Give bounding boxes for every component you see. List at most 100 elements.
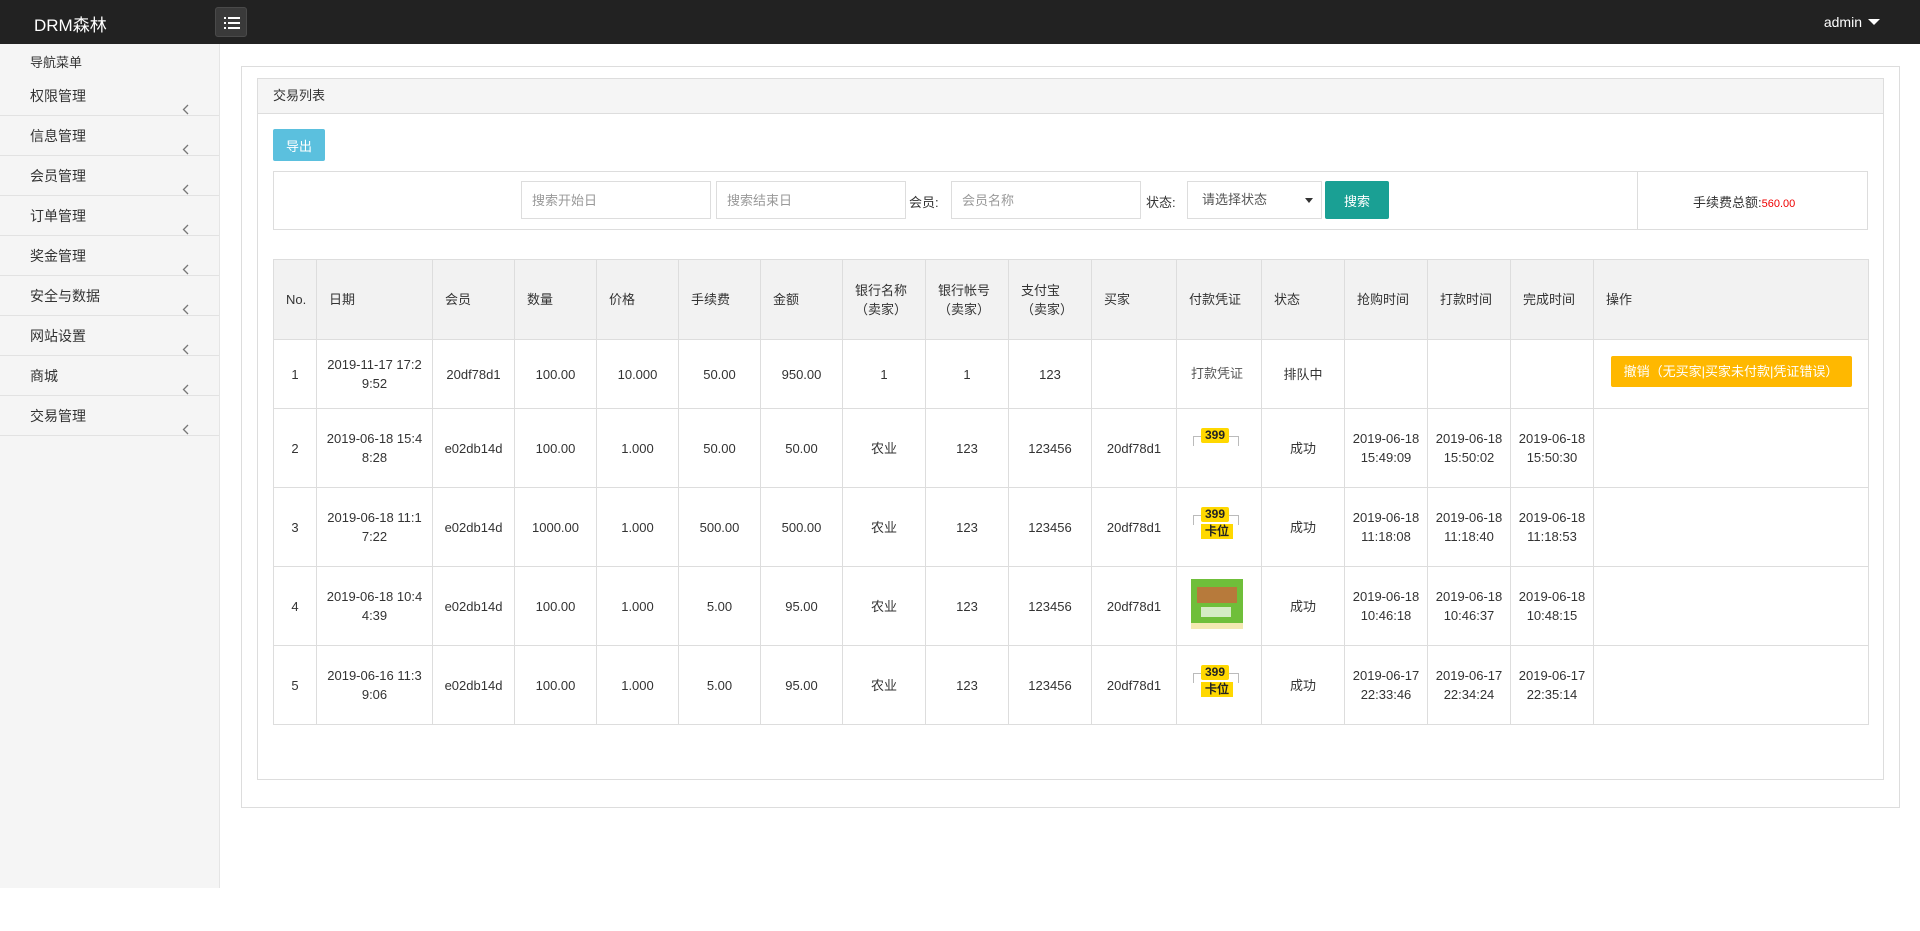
sidebar-item-label: 安全与数据 xyxy=(30,288,100,304)
caret-down-icon xyxy=(1305,198,1313,203)
trade-table-wrap: No. 日期 会员 数量 价格 手续费 金额 银行名称（卖家） 银行帐号（卖家） 支付宝（卖家）买… xyxy=(273,259,1869,725)
cell-status: 成功 xyxy=(1261,566,1345,646)
column-header: 完成时间 xyxy=(1510,259,1594,340)
table-body: 1 2019-11-17 17:29:52 20df78d1 100.00 10.000… xyxy=(273,339,1869,725)
column-header: 银行名称（卖家） xyxy=(842,259,926,340)
column-header: 会员 xyxy=(432,259,515,340)
table-header-row: No. 日期 会员 数量 价格 手续费 金额 银行名称（卖家） 银行帐号（卖家） 支付宝（卖家）买… xyxy=(273,259,1869,340)
column-header: 操作 xyxy=(1593,259,1869,340)
sidebar-item-label: 权限管理 xyxy=(30,88,86,104)
voucher-cell: 399 卡位 xyxy=(1176,487,1262,567)
column-header: 金额 xyxy=(760,259,843,340)
sidebar-item[interactable]: 信息管理 xyxy=(0,116,219,156)
brand-title[interactable]: DRM森林 xyxy=(34,11,107,36)
status-select[interactable]: 请选择状态 xyxy=(1187,181,1322,219)
menu-toggle-button[interactable] xyxy=(215,7,247,37)
cell-grab-time xyxy=(1344,339,1428,409)
sidebar-item-label: 会员管理 xyxy=(30,168,86,184)
column-header: 支付宝（卖家） xyxy=(1008,259,1092,340)
action-cell xyxy=(1593,487,1869,567)
cell-done-time: 2019-06-17 22:35:14 xyxy=(1510,645,1594,725)
cell-buyer: 20df78d1 xyxy=(1091,487,1177,567)
voucher-tag-secondary: 卡位 xyxy=(1201,681,1234,697)
action-cell xyxy=(1593,566,1869,646)
cell-no: 4 xyxy=(273,566,317,646)
member-name-input[interactable] xyxy=(951,181,1141,219)
cell-alipay: 123456 xyxy=(1008,566,1092,646)
voucher-tag: 399 xyxy=(1201,427,1230,443)
sidebar-item[interactable]: 订单管理 xyxy=(0,196,219,236)
panel-title: 交易列表 xyxy=(258,79,1883,114)
cell-member: 20df78d1 xyxy=(432,339,515,409)
column-header: 付款凭证 xyxy=(1176,259,1262,340)
cell-fee: 500.00 xyxy=(678,487,761,567)
fee-total-value: 560.00 xyxy=(1761,198,1796,210)
cell-fee: 5.00 xyxy=(678,566,761,646)
cell-fee: 50.00 xyxy=(678,339,761,409)
voucher-tag: 399 xyxy=(1201,664,1230,680)
voucher-image-alt[interactable]: 打款凭证 xyxy=(1191,365,1255,383)
sidebar-item-label: 交易管理 xyxy=(30,408,86,424)
trade-table: No. 日期 会员 数量 价格 手续费 金额 银行名称（卖家） 银行帐号（卖家） 支付宝（卖家）买… xyxy=(273,259,1869,725)
column-header: 银行帐号（卖家） xyxy=(925,259,1009,340)
column-header: 手续费 xyxy=(678,259,761,340)
voucher-tag: 399 xyxy=(1201,506,1230,522)
cell-account: 1 xyxy=(925,339,1009,409)
cell-bank: 1 xyxy=(842,339,926,409)
cell-buyer: 20df78d1 xyxy=(1091,645,1177,725)
cell-status: 成功 xyxy=(1261,645,1345,725)
sidebar-item[interactable]: 交易管理 xyxy=(0,396,219,436)
export-button[interactable]: 导出 xyxy=(273,129,325,161)
search-divider xyxy=(1637,172,1638,229)
cell-member: e02db14d xyxy=(432,566,515,646)
column-header: 抢购时间 xyxy=(1344,259,1428,340)
sidebar-item[interactable]: 商城 xyxy=(0,356,219,396)
table-row: 2 2019-06-18 15:48:28 e02db14d 100.00 1.000 5… xyxy=(273,408,1869,488)
cell-fee: 50.00 xyxy=(678,408,761,488)
sidebar-item-label: 订单管理 xyxy=(30,208,86,224)
voucher-image[interactable]: 399 xyxy=(1191,427,1241,464)
cell-date: 2019-06-18 10:44:39 xyxy=(316,566,433,646)
cell-member: e02db14d xyxy=(432,408,515,488)
column-header: 买家 xyxy=(1091,259,1177,340)
cell-no: 3 xyxy=(273,487,317,567)
cancel-trade-button[interactable]: 撤销（无买家|买家未付款|凭证错误） xyxy=(1610,356,1852,387)
fee-total: 手续费总额:560.00 xyxy=(1693,192,1795,211)
voucher-cell xyxy=(1176,566,1262,646)
cell-amount: 950.00 xyxy=(760,339,843,409)
voucher-image[interactable]: 399 卡位 xyxy=(1191,506,1241,543)
cell-price: 1.000 xyxy=(596,408,679,488)
action-cell: 撤销（无买家|买家未付款|凭证错误） xyxy=(1593,339,1869,409)
voucher-image[interactable] xyxy=(1191,578,1243,629)
cell-pay-time: 2019-06-18 11:18:40 xyxy=(1427,487,1511,567)
action-cell xyxy=(1593,408,1869,488)
end-date-input[interactable] xyxy=(716,181,906,219)
top-bar: DRM森林 admin xyxy=(0,0,1920,44)
table-row: 4 2019-06-18 10:44:39 e02db14d 100.00 1.000 5… xyxy=(273,566,1869,646)
cell-amount: 500.00 xyxy=(760,487,843,567)
cell-account: 123 xyxy=(925,408,1009,488)
sidebar-item[interactable]: 会员管理 xyxy=(0,156,219,196)
voucher-image[interactable]: 399 卡位 xyxy=(1191,664,1241,701)
cell-no: 5 xyxy=(273,645,317,725)
cell-account: 123 xyxy=(925,566,1009,646)
cell-price: 10.000 xyxy=(596,339,679,409)
list-icon xyxy=(224,17,240,29)
sidebar-item[interactable]: 权限管理 xyxy=(0,76,219,116)
sidebar-item-label: 商城 xyxy=(30,368,58,384)
sidebar-item[interactable]: 奖金管理 xyxy=(0,236,219,276)
cell-no: 2 xyxy=(273,408,317,488)
cell-pay-time: 2019-06-18 15:50:02 xyxy=(1427,408,1511,488)
column-header: 价格 xyxy=(596,259,679,340)
member-label: 会员: xyxy=(909,195,939,210)
user-menu[interactable]: admin xyxy=(1824,14,1880,30)
search-button[interactable]: 搜索 xyxy=(1325,181,1389,219)
sidebar-item[interactable]: 网站设置 xyxy=(0,316,219,356)
start-date-input[interactable] xyxy=(521,181,711,219)
cell-fee: 5.00 xyxy=(678,645,761,725)
cell-bank: 农业 xyxy=(842,645,926,725)
sidebar-item[interactable]: 安全与数据 xyxy=(0,276,219,316)
cell-buyer xyxy=(1091,339,1177,409)
cell-date: 2019-06-16 11:39:06 xyxy=(316,645,433,725)
cell-qty: 100.00 xyxy=(514,339,597,409)
